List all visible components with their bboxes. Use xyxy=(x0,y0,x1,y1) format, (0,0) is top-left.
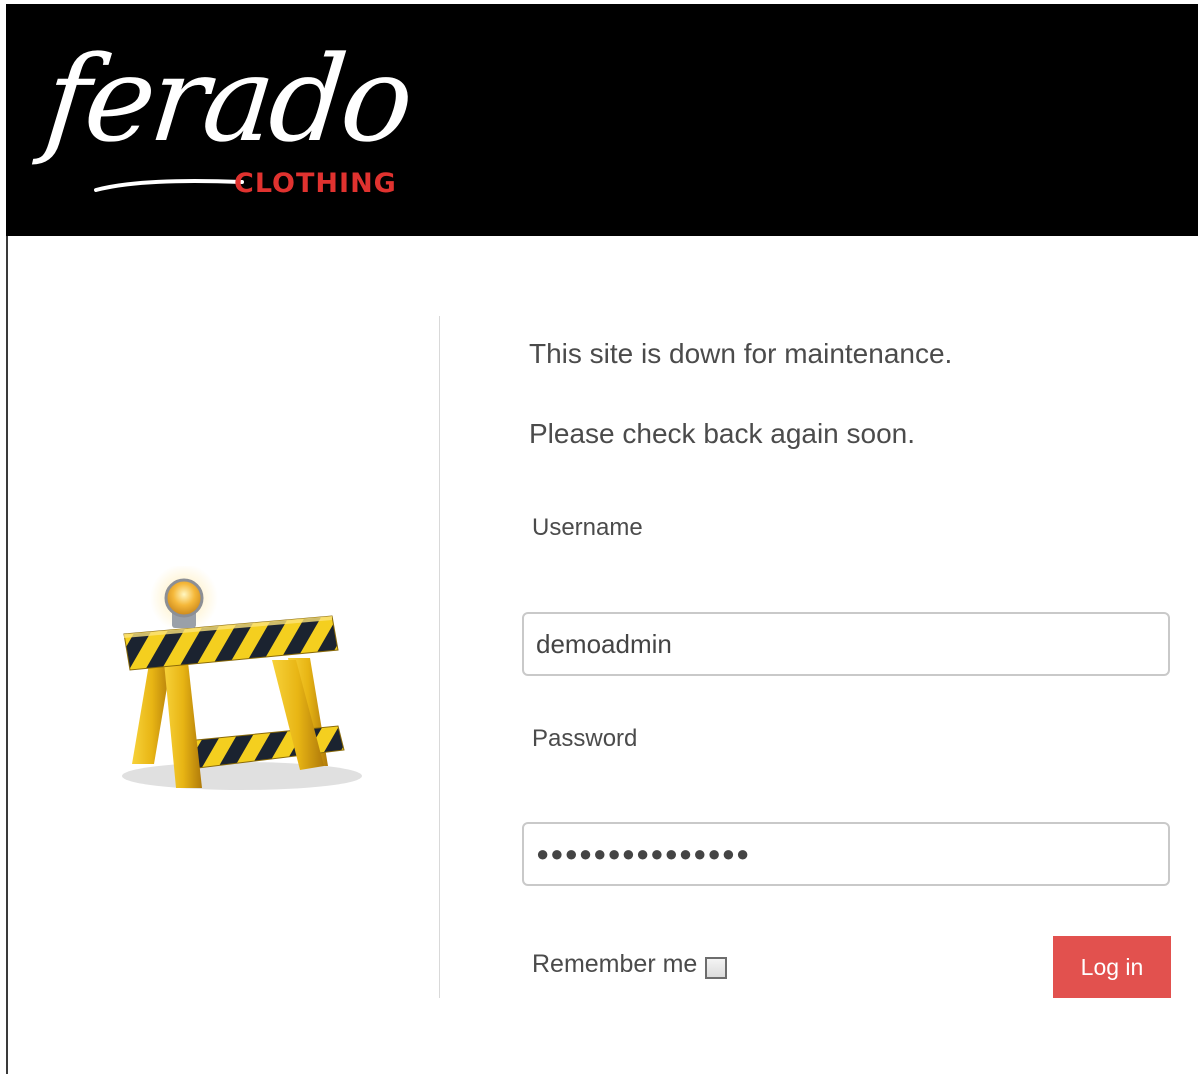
remember-me-label: Remember me xyxy=(532,950,698,978)
logo-swoosh-icon xyxy=(94,178,244,192)
site-logo[interactable]: ferado CLOTHING xyxy=(39,30,416,210)
logo-wordmark: ferado xyxy=(38,30,417,168)
login-button[interactable]: Log in xyxy=(1053,936,1171,998)
maintenance-message: This site is down for maintenance. xyxy=(529,338,953,369)
password-input[interactable] xyxy=(522,822,1170,886)
remember-me-row: Remember me xyxy=(532,950,728,979)
logo-subtitle: CLOTHING xyxy=(234,168,397,199)
construction-barrier-icon xyxy=(122,566,362,790)
remember-me-checkbox[interactable] xyxy=(705,956,728,979)
check-back-message: Please check back again soon. xyxy=(529,418,916,449)
username-label: Username xyxy=(532,514,643,541)
username-input[interactable] xyxy=(522,612,1170,676)
vertical-divider xyxy=(439,316,440,998)
site-header: ferado CLOTHING xyxy=(6,4,1198,236)
password-label: Password xyxy=(532,725,638,752)
